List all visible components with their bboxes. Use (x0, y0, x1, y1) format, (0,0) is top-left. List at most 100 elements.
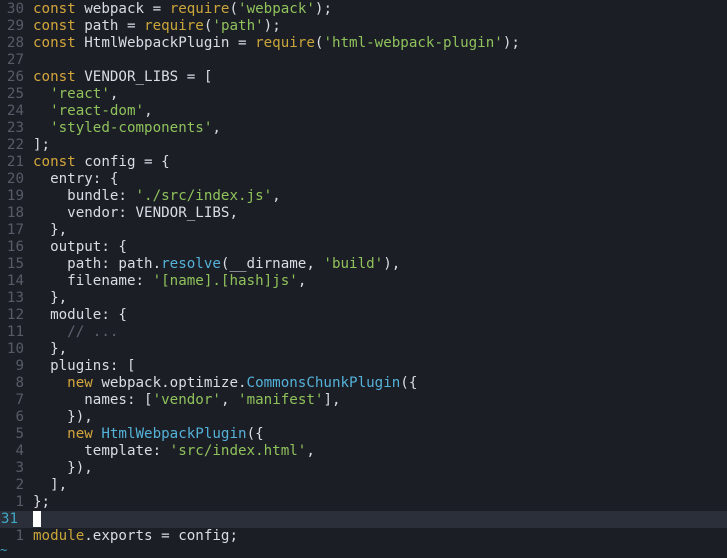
code-line[interactable]: 25 'react', (0, 86, 727, 103)
code-text: }, (33, 341, 67, 358)
code-line[interactable]: 28 const HtmlWebpackPlugin = require('htm… (0, 35, 727, 52)
code-token: config = { (75, 154, 170, 170)
line-number: 14 (6, 273, 24, 289)
code-line[interactable]: 17 }, (0, 222, 727, 239)
line-number: 2 (15, 477, 24, 493)
code-line[interactable]: 8 new webpack.optimize.CommonsChunkPlugi… (0, 375, 727, 392)
code-token: require (169, 1, 230, 17)
code-line[interactable]: 1}; (0, 494, 727, 511)
code-line[interactable]: 22]; (0, 137, 727, 154)
code-token: }), (33, 409, 93, 425)
code-token: , (272, 188, 281, 204)
code-line[interactable]: 4 template: 'src/index.html', (0, 443, 727, 460)
code-token: 'webpack' (238, 1, 315, 17)
code-line[interactable]: 20 entry: { (0, 171, 727, 188)
code-line[interactable]: 3 }), (0, 460, 727, 477)
code-line[interactable]: 27 (0, 52, 727, 69)
code-token: vendor: VENDOR_LIBS, (33, 205, 238, 221)
line-number: 22 (6, 137, 24, 153)
code-text: const config = { (33, 154, 170, 171)
line-number: 27 (6, 52, 24, 68)
code-line[interactable]: 6 }), (0, 409, 727, 426)
code-token: , (297, 273, 307, 289)
line-number: 3 (15, 460, 24, 476)
code-line[interactable]: 13 }, (0, 290, 727, 307)
code-text: module: { (33, 307, 127, 324)
code-token: ({ (246, 426, 264, 442)
code-token: './src/index.js' (135, 188, 273, 204)
line-number: 1 (15, 494, 24, 510)
line-number: 8 (15, 375, 24, 391)
line-number: 29 (6, 18, 24, 34)
line-number: 28 (6, 35, 24, 51)
code-editor[interactable]: 30 const webpack = require('webpack'); 29 c… (0, 0, 727, 558)
line-number: 16 (6, 239, 24, 255)
code-line[interactable]: 2 ], (0, 477, 727, 494)
code-line[interactable]: 14 filename: '[name].[hash]js', (0, 273, 727, 290)
code-token: , (220, 392, 239, 408)
end-of-buffer-marker: ~ (0, 543, 8, 557)
code-line[interactable]: 16 output: { (0, 239, 727, 256)
code-text: new webpack.optimize.CommonsChunkPlugin(… (33, 375, 417, 392)
code-token: const (33, 69, 76, 85)
code-text: template: 'src/index.html', (33, 443, 315, 460)
code-line[interactable]: 15 path: path.resolve(__dirname, 'build'… (0, 256, 727, 273)
line-number: 13 (6, 290, 24, 306)
text-cursor (33, 511, 41, 527)
code-token: resolve (161, 256, 221, 272)
code-token: 'build' (323, 256, 384, 272)
code-text: names: ['vendor', 'manifest'], (33, 392, 340, 409)
code-token: ), (383, 256, 401, 272)
code-token: ); (263, 18, 281, 34)
code-token: , (212, 120, 221, 136)
code-text: ], (33, 477, 67, 494)
code-line[interactable]: 30 const webpack = require('webpack'); (0, 1, 727, 18)
code-line[interactable]: 10 }, (0, 341, 727, 358)
code-token: webpack.optimize. (92, 375, 247, 391)
code-token: 'styled-components' (50, 120, 213, 136)
line-number: 12 (6, 307, 24, 323)
code-token: , (144, 103, 153, 119)
code-text: module.exports = config; (33, 528, 238, 545)
code-text: }), (33, 460, 93, 477)
code-line[interactable]: 19 bundle: './src/index.js', (0, 188, 727, 205)
current-line[interactable]: 31 (0, 511, 727, 528)
code-line[interactable]: 11 // ... (0, 324, 727, 341)
code-token: new (67, 426, 93, 442)
code-token: 'html-webpack-plugin' (323, 35, 503, 51)
code-text: 'react-dom', (33, 103, 153, 120)
code-token: 'manifest' (238, 392, 324, 408)
code-token: path: path. (33, 256, 162, 272)
line-number: 26 (6, 69, 24, 85)
code-token: entry: { (33, 171, 119, 187)
line-number: 9 (15, 358, 24, 374)
code-line[interactable]: 23 'styled-components', (0, 120, 727, 137)
line-number: 30 (6, 1, 24, 17)
code-token: ]; (33, 137, 51, 153)
code-line[interactable]: 9 plugins: [ (0, 358, 727, 375)
code-token: plugins: [ (33, 358, 136, 374)
code-line[interactable]: 7 names: ['vendor', 'manifest'], (0, 392, 727, 409)
code-line[interactable]: 18 vendor: VENDOR_LIBS, (0, 205, 727, 222)
code-token: const (33, 1, 76, 17)
code-line[interactable]: 12 module: { (0, 307, 727, 324)
code-text: }, (33, 290, 67, 307)
code-token: 'src/index.html' (169, 443, 307, 459)
code-line[interactable]: 5 new HtmlWebpackPlugin({ (0, 426, 727, 443)
code-line[interactable]: 26 const VENDOR_LIBS = [ (0, 69, 727, 86)
code-line[interactable]: 24 'react-dom', (0, 103, 727, 120)
code-token: new (67, 375, 93, 391)
code-line[interactable]: 29 const path = require('path'); (0, 18, 727, 35)
code-token: '[name].[hash]js' (152, 273, 298, 289)
code-token: bundle: (33, 188, 136, 204)
code-text: output: { (33, 239, 127, 256)
code-token: ); (314, 1, 332, 17)
line-number: 24 (6, 103, 24, 119)
code-line[interactable]: 21 const config = { (0, 154, 727, 171)
code-line[interactable]: 1 module.exports = config; (0, 528, 727, 545)
code-token: require (144, 18, 204, 34)
